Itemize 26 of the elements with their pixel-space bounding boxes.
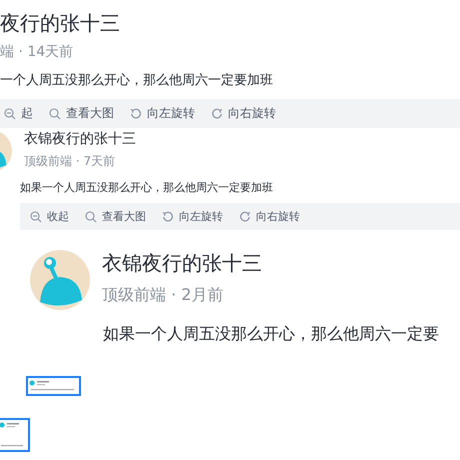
comment-meta: 顶级前端 · 7天前 — [24, 153, 116, 170]
toolbar-button[interactable]: 向左旋转 — [130, 105, 195, 122]
rotate-left-icon — [130, 108, 142, 120]
rotate-right-icon — [239, 210, 251, 222]
comment-text: 如果一个人周五没那么开心，那么他周六一定要加班 — [20, 180, 274, 195]
rotate-right-icon — [211, 108, 223, 120]
rotate-left-icon — [162, 210, 174, 222]
toolbar-button[interactable]: 向右旋转 — [211, 105, 276, 122]
comment-meta: 顶级前端 · 2月前 — [102, 285, 224, 306]
toolbar-button[interactable]: 查看大图 — [85, 209, 146, 224]
comment-text: 一个人周五没那么开心，那么他周六一定要加班 — [0, 72, 274, 89]
author-name[interactable]: 衣锦夜行的张十三 — [102, 250, 262, 277]
toolbar-button[interactable]: 收起 — [30, 209, 69, 224]
comment-meta: 端 · 14天前 — [0, 43, 74, 61]
search-icon — [49, 108, 61, 120]
zoom-out-icon — [30, 210, 42, 222]
toolbar-button[interactable]: 查看大图 — [49, 105, 114, 122]
thumbnail-drawing — [26, 376, 81, 396]
author-name[interactable]: 衣锦夜行的张十三 — [24, 130, 136, 148]
toolbar-button[interactable]: 向右旋转 — [239, 209, 300, 224]
toolbar-button[interactable]: 向左旋转 — [162, 209, 223, 224]
comment-text: 如果一个人周五没那么开心，那么他周六一定要 — [103, 324, 440, 345]
search-icon — [85, 210, 97, 222]
author-name[interactable]: 夜行的张十三 — [0, 10, 120, 37]
zoom-out-icon — [4, 108, 16, 120]
toolbar-button[interactable]: 起 — [4, 105, 33, 122]
